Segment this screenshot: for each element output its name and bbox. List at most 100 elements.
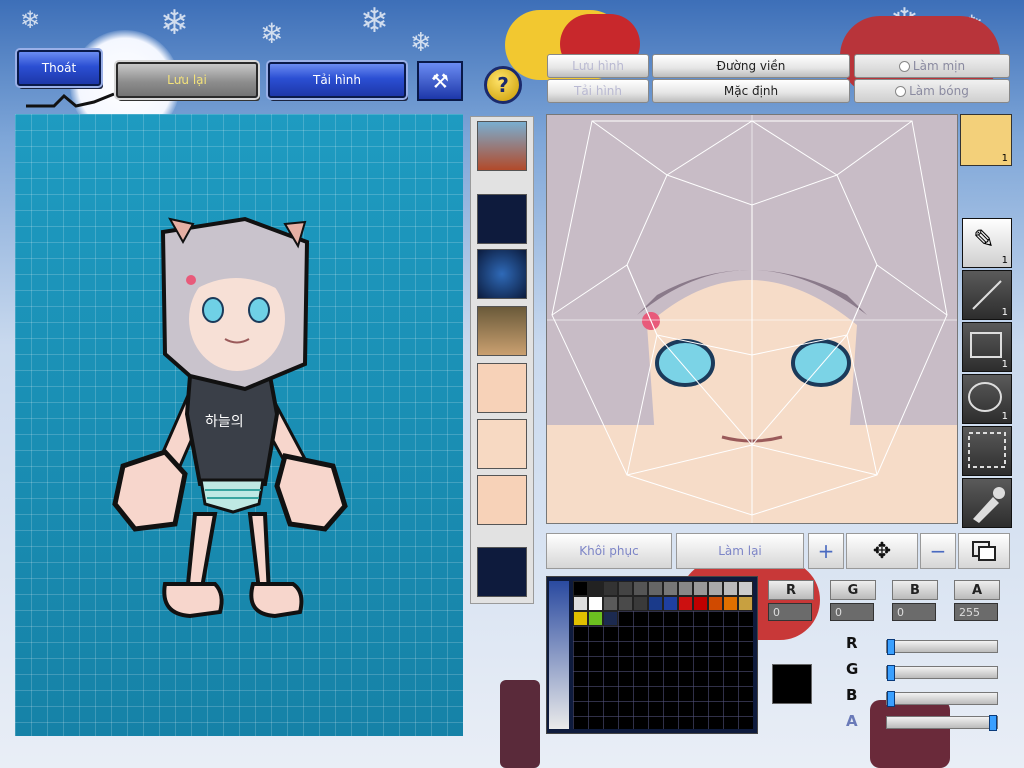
swatch-grid[interactable]	[573, 581, 753, 729]
shade-option[interactable]: Làm bóng	[854, 79, 1010, 103]
part-empty-slot[interactable]	[477, 547, 527, 597]
zoom-out-button[interactable]: −	[920, 533, 956, 569]
b-value-field[interactable]: 0	[892, 603, 936, 621]
brush-size: 1	[1001, 255, 1008, 266]
tab-save-image[interactable]: Lưu hình	[547, 54, 649, 78]
color-swatch[interactable]	[678, 581, 693, 596]
b-slider-label: B	[846, 686, 858, 704]
part-empty-slot[interactable]	[477, 194, 527, 244]
color-swatch[interactable]	[588, 611, 603, 626]
help-button[interactable]: ?	[484, 66, 522, 104]
color-swatch[interactable]	[618, 581, 633, 596]
color-swatch[interactable]	[693, 596, 708, 611]
parts-panel	[470, 116, 534, 604]
r-slider[interactable]	[886, 639, 998, 655]
save-button[interactable]: Lưu lại	[116, 62, 258, 98]
color-swatch[interactable]	[573, 581, 588, 596]
selection-tool[interactable]	[962, 426, 1012, 476]
reload-button[interactable]: Tải hình	[268, 62, 406, 98]
color-swatch[interactable]	[708, 596, 723, 611]
dashed-rectangle-icon	[968, 432, 1006, 468]
color-swatch[interactable]	[573, 596, 588, 611]
a-slider-knob[interactable]	[989, 715, 997, 731]
zoom-in-button[interactable]: +	[808, 533, 844, 569]
b-slider-knob[interactable]	[887, 691, 895, 707]
sleigh-silhouette	[26, 92, 115, 108]
line-tool[interactable]: 1	[962, 270, 1012, 320]
restore-button[interactable]: Khôi phục	[546, 533, 672, 569]
current-color-swatch[interactable]	[772, 664, 812, 704]
a-slider[interactable]	[886, 715, 998, 731]
color-palette	[546, 576, 758, 734]
rectangle-tool[interactable]: 1	[962, 322, 1012, 372]
color-swatch[interactable]	[588, 596, 603, 611]
face-editor-canvas[interactable]	[546, 114, 958, 524]
r-value-field[interactable]: 0	[768, 603, 812, 621]
r-label-text: R	[785, 582, 796, 598]
part-belly[interactable]	[477, 419, 527, 469]
palette-tabs[interactable]	[549, 581, 569, 729]
color-swatch[interactable]	[708, 581, 723, 596]
color-swatch[interactable]	[633, 581, 648, 596]
minus-icon: −	[929, 539, 947, 563]
color-swatch[interactable]	[663, 581, 678, 596]
color-swatch[interactable]	[723, 581, 738, 596]
character-boot-decoration	[500, 680, 540, 768]
portrait-thumbnail[interactable]: 1	[960, 114, 1012, 166]
snowflake-icon: ❄	[360, 1, 389, 41]
color-swatch[interactable]	[633, 596, 648, 611]
smooth-option[interactable]: Làm mịn	[854, 54, 1010, 78]
color-swatch[interactable]	[648, 596, 663, 611]
part-hair[interactable]	[477, 249, 527, 299]
redo-button-label: Làm lại	[718, 544, 762, 558]
r-slider-knob[interactable]	[887, 639, 895, 655]
g-slider[interactable]	[886, 665, 998, 681]
r-slider-label: R	[846, 634, 858, 652]
tab-outline[interactable]: Đường viền	[652, 54, 850, 78]
r-channel-label[interactable]: R	[768, 580, 814, 600]
layers-icon	[972, 541, 996, 561]
b-slider[interactable]	[886, 691, 998, 707]
b-channel-label[interactable]: B	[892, 580, 938, 600]
b-label-text: B	[910, 582, 920, 598]
character-preview-canvas[interactable]: 하늘의	[15, 114, 463, 736]
brush-tool[interactable]: ✎ 1	[962, 218, 1012, 268]
g-slider-knob[interactable]	[887, 665, 895, 681]
smooth-option-label: Làm mịn	[912, 59, 966, 73]
part-face[interactable]	[477, 475, 527, 525]
restore-button-label: Khôi phục	[579, 544, 639, 558]
color-swatch[interactable]	[573, 611, 588, 626]
part-body[interactable]	[477, 306, 527, 356]
tab-load-image[interactable]: Tải hình	[547, 79, 649, 103]
color-swatch[interactable]	[603, 596, 618, 611]
color-swatch[interactable]	[678, 596, 693, 611]
part-eyes[interactable]	[477, 363, 527, 413]
color-swatch[interactable]	[618, 596, 633, 611]
layers-button[interactable]	[958, 533, 1010, 569]
color-swatch[interactable]	[693, 581, 708, 596]
g-channel-label[interactable]: G	[830, 580, 876, 600]
color-swatch[interactable]	[648, 581, 663, 596]
color-swatch[interactable]	[738, 596, 753, 611]
ellipse-tool[interactable]: 1	[962, 374, 1012, 424]
a-channel-label[interactable]: A	[954, 580, 1000, 600]
redo-button[interactable]: Làm lại	[676, 533, 804, 569]
eyedropper-tool[interactable]	[962, 478, 1012, 528]
tab-default[interactable]: Mặc định	[652, 79, 850, 103]
color-swatch[interactable]	[588, 581, 603, 596]
g-value-field[interactable]: 0	[830, 603, 874, 621]
snowflake-icon: ❄	[160, 3, 189, 43]
part-portrait[interactable]	[477, 121, 527, 171]
color-swatch[interactable]	[603, 611, 618, 626]
exit-button[interactable]: Thoát	[17, 50, 101, 86]
color-swatch[interactable]	[663, 596, 678, 611]
move-button[interactable]: ✥	[846, 533, 918, 569]
color-swatch[interactable]	[723, 596, 738, 611]
hammer-button[interactable]: ⚒	[417, 61, 463, 101]
question-icon: ?	[497, 73, 509, 97]
color-swatch[interactable]	[603, 581, 618, 596]
color-swatch[interactable]	[738, 581, 753, 596]
tab-load-image-label: Tải hình	[574, 84, 622, 98]
a-value-field[interactable]: 255	[954, 603, 998, 621]
tab-default-label: Mặc định	[723, 84, 779, 98]
